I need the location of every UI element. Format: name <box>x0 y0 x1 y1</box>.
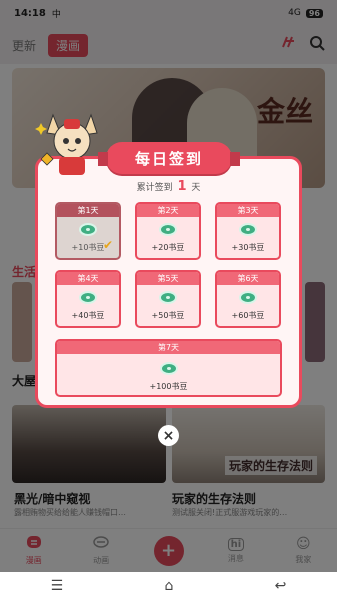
day-card-7[interactable]: 第7天 +100书豆 <box>55 339 282 397</box>
menu-icon[interactable]: ☰ <box>51 578 64 594</box>
coin-icon <box>239 223 257 236</box>
accumulated-checkin: 累计签到 1 天 <box>136 179 201 194</box>
coin-icon <box>79 223 97 236</box>
dialog-title: 每日签到 <box>98 142 240 174</box>
coin-icon <box>159 291 177 304</box>
system-nav-bar: ☰ ⌂ ↩ <box>0 572 337 600</box>
day-card-6[interactable]: 第6天 +60书豆 <box>215 270 281 328</box>
day-card-2[interactable]: 第2天 +20书豆 <box>135 202 201 260</box>
mascot-icon <box>35 113 98 175</box>
coin-icon <box>159 223 177 236</box>
coin-icon <box>79 291 97 304</box>
close-icon[interactable]: × <box>158 425 179 446</box>
home-icon[interactable]: ⌂ <box>164 578 173 594</box>
back-icon[interactable]: ↩ <box>275 578 287 594</box>
day-card-4[interactable]: 第4天 +40书豆 <box>55 270 121 328</box>
checkin-count: 1 <box>177 179 187 194</box>
day-card-5[interactable]: 第5天 +50书豆 <box>135 270 201 328</box>
checkmark-icon: ✔ <box>102 238 113 252</box>
day-card-1[interactable]: 第1天 +10书豆 ✔ <box>55 202 121 260</box>
coin-icon <box>239 291 257 304</box>
coin-icon <box>159 362 178 375</box>
day-card-3[interactable]: 第3天 +30书豆 <box>215 202 281 260</box>
daily-checkin-dialog: 每日签到 累计签到 1 天 第1天 +10书豆 ✔ 第2天 +20书豆 第3天 … <box>35 113 302 408</box>
